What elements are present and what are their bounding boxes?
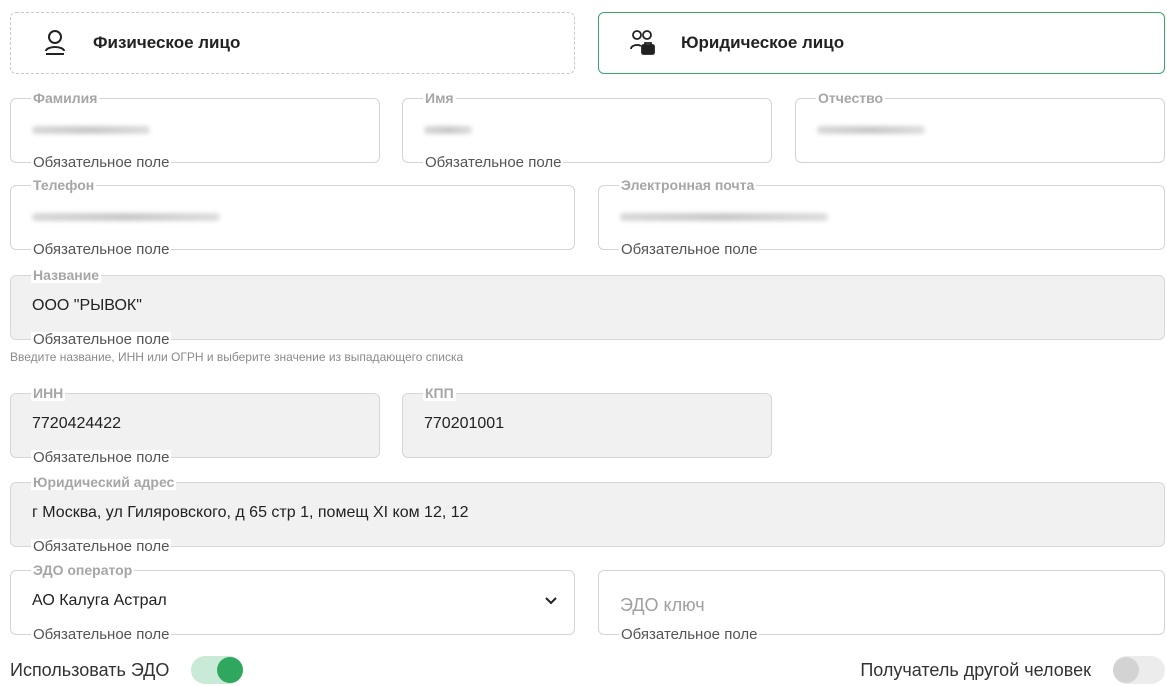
use-edo-row: Использовать ЭДО: [10, 656, 244, 684]
first-name-required-note: Обязательное поле: [423, 154, 564, 171]
use-edo-toggle-knob: [217, 657, 244, 683]
first-name-label: Имя: [423, 90, 456, 106]
edo-key-required-note: Обязательное поле: [619, 626, 760, 643]
last-name-value-redacted: [32, 126, 150, 134]
company-name-field[interactable]: Название ООО "РЫВОК" Обязательное поле: [10, 268, 1165, 347]
email-field[interactable]: Электронная почта Обязательное поле: [598, 178, 1165, 257]
inn-required-note: Обязательное поле: [31, 449, 172, 466]
last-name-required-note: Обязательное поле: [31, 154, 172, 171]
other-recipient-row: Получатель другой человек: [860, 656, 1165, 684]
email-value-redacted: [620, 213, 828, 221]
kpp-field[interactable]: КПП 770201001: [402, 386, 772, 458]
edo-operator-required-note: Обязательное поле: [31, 626, 172, 643]
inn-field[interactable]: ИНН 7720424422 Обязательное поле: [10, 386, 380, 465]
client-type-person-label: Физическое лицо: [93, 33, 241, 52]
first-name-field[interactable]: Имя Обязательное поле: [402, 91, 772, 170]
client-type-company-label: Юридическое лицо: [681, 33, 845, 52]
kpp-value: 770201001: [424, 415, 505, 432]
middle-name-value-redacted: [817, 126, 925, 134]
edo-operator-label: ЭДО оператор: [31, 562, 135, 578]
phone-value-redacted: [32, 213, 220, 221]
chevron-down-icon[interactable]: [544, 594, 558, 608]
phone-field[interactable]: Телефон Обязательное поле: [10, 178, 575, 257]
legal-address-field[interactable]: Юридический адрес г Москва, ул Гиляровск…: [10, 475, 1165, 554]
middle-name-field[interactable]: Отчество: [795, 91, 1165, 163]
company-name-hint: Введите название, ИНН или ОГРН и выберит…: [10, 350, 464, 364]
edo-operator-select[interactable]: ЭДО оператор АО Калуга Астрал Обязательн…: [10, 563, 575, 642]
edo-key-input[interactable]: ЭДО ключ Обязательное поле: [598, 570, 1165, 642]
users-briefcase-icon: [629, 29, 657, 57]
kpp-label: КПП: [423, 385, 456, 401]
company-name-required-note: Обязательное поле: [31, 331, 172, 348]
legal-address-value: г Москва, ул Гиляровского, д 65 стр 1, п…: [32, 504, 469, 521]
inn-label: ИНН: [31, 385, 66, 401]
email-label: Электронная почта: [619, 177, 757, 193]
company-name-value: ООО "РЫВОК": [32, 297, 142, 314]
legal-address-required-note: Обязательное поле: [31, 538, 172, 555]
phone-required-note: Обязательное поле: [31, 241, 172, 258]
use-edo-toggle[interactable]: [191, 656, 244, 684]
use-edo-label: Использовать ЭДО: [10, 659, 170, 680]
first-name-value-redacted: [424, 126, 472, 134]
legal-address-label: Юридический адрес: [31, 474, 177, 490]
edo-operator-value: АО Калуга Астрал: [32, 592, 167, 609]
last-name-label: Фамилия: [31, 90, 100, 106]
edo-key-placeholder: ЭДО ключ: [620, 595, 705, 615]
inn-value: 7720424422: [32, 415, 121, 432]
other-recipient-label: Получатель другой человек: [860, 659, 1091, 680]
other-recipient-toggle-knob: [1113, 657, 1139, 683]
email-required-note: Обязательное поле: [619, 241, 760, 258]
client-type-company-button[interactable]: Юридическое лицо: [598, 12, 1165, 74]
user-icon: [41, 29, 69, 57]
client-type-person-button[interactable]: Физическое лицо: [10, 12, 575, 74]
middle-name-label: Отчество: [816, 90, 886, 106]
phone-label: Телефон: [31, 177, 97, 193]
last-name-field[interactable]: Фамилия Обязательное поле: [10, 91, 380, 170]
other-recipient-toggle[interactable]: [1113, 656, 1165, 684]
company-name-label: Название: [31, 267, 102, 283]
